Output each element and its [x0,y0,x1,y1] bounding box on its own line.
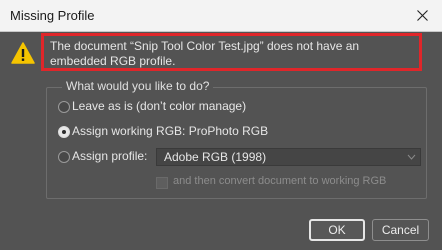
chevron-down-icon [407,154,416,160]
close-button[interactable] [402,0,442,31]
option-leave-as-is-label[interactable]: Leave as is (don’t color manage) [72,99,246,113]
convert-checkbox-label: and then convert document to working RGB [173,175,387,187]
option-assign-working-rgb-label[interactable]: Assign working RGB: ProPhoto RGB [72,124,268,138]
close-icon [416,10,428,21]
window-title: Missing Profile [10,8,95,23]
radio-assign-profile[interactable] [58,151,70,163]
radio-leave-as-is[interactable] [58,101,70,113]
ok-button[interactable]: OK [309,219,365,241]
title-bar: Missing Profile [0,0,442,32]
group-legend: What would you like to do? [62,79,214,93]
profile-select[interactable]: Adobe RGB (1998) [156,148,421,166]
warning-message: The document “Snip Tool Color Test.jpg” … [41,33,422,71]
convert-checkbox[interactable] [156,177,168,189]
radio-assign-working-rgb[interactable] [58,126,70,138]
option-assign-profile-label[interactable]: Assign profile: [72,149,147,163]
cancel-button[interactable]: Cancel [372,219,429,241]
warning-icon [11,42,35,64]
profile-select-value: Adobe RGB (1998) [164,150,267,164]
